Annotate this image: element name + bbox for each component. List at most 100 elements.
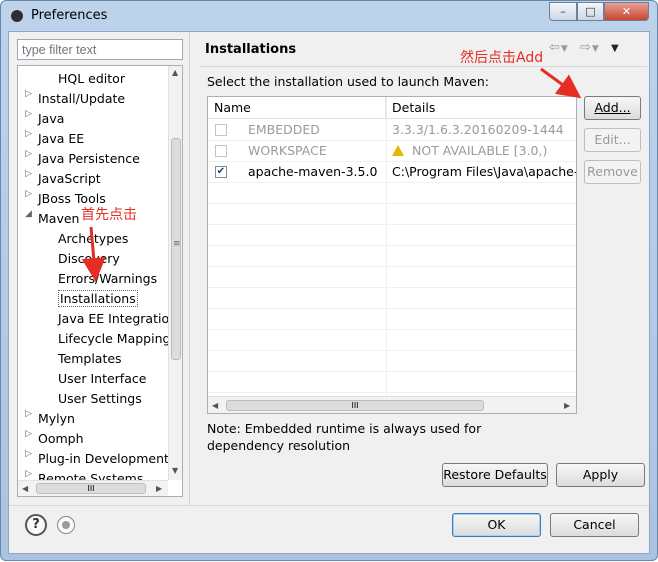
tree-twisty-icon[interactable]: ▷ [25, 469, 33, 479]
first-click-annotation: 首先点击 [81, 207, 137, 223]
title-separator [199, 66, 647, 67]
empty-table-row [208, 267, 576, 288]
tree-item[interactable]: Java [38, 109, 64, 129]
page-title: Installations [205, 42, 297, 57]
tree-item[interactable]: Discovery [58, 249, 120, 269]
add-button[interactable]: Add... [584, 96, 641, 120]
restore-defaults-button[interactable]: Restore Defaults [442, 463, 548, 487]
tree-horizontal-scrollbar[interactable]: ◀ III ▶ [18, 480, 168, 496]
table-row[interactable]: WORKSPACE NOT AVAILABLE [3.0,) [208, 141, 576, 162]
table-row[interactable]: EMBEDDED 3.3.3/1.6.3.20160209-1444 [208, 120, 576, 141]
tree-item[interactable]: Java EE [38, 129, 84, 149]
filter-input[interactable] [17, 39, 183, 60]
empty-table-row [208, 351, 576, 372]
ok-button[interactable]: OK [452, 513, 541, 537]
title-bar: Preferences – □ ✕ [1, 1, 657, 31]
then-click-add-annotation: 然后点击Add [460, 50, 544, 66]
tree-item[interactable]: User Interface [58, 369, 146, 389]
tree-item[interactable]: Maven [38, 209, 79, 229]
row-name: WORKSPACE [248, 143, 327, 158]
tree-item[interactable]: Errors/Warnings [58, 269, 157, 289]
tree-item[interactable]: Archetypes [58, 229, 128, 249]
cancel-button[interactable]: Cancel [550, 513, 639, 537]
forward-arrow-icon[interactable]: ⇨ [580, 40, 592, 55]
empty-table-row [208, 372, 576, 393]
scroll-grip: ≡ [173, 239, 181, 249]
tree-item[interactable]: JavaScript [38, 169, 101, 189]
row-checkbox[interactable] [215, 124, 227, 136]
empty-table-row [208, 288, 576, 309]
tree-item-label: User Interface [58, 371, 147, 386]
tree-item[interactable]: HQL editor [58, 69, 125, 89]
close-button[interactable]: ✕ [604, 2, 649, 21]
tree-item-label: Install/Update [38, 91, 126, 106]
footer-separator [9, 505, 649, 506]
tree-item-label: Plug-in Development [38, 451, 169, 466]
row-details-text: NOT AVAILABLE [3.0,) [412, 143, 548, 158]
tree-item[interactable]: Install/Update [38, 89, 125, 109]
view-menu-icon[interactable]: ▼ [611, 43, 620, 54]
record-icon[interactable] [57, 516, 75, 534]
row-details: C:\Program Files\Java\apache-maven [392, 162, 576, 182]
empty-table-row [208, 330, 576, 351]
tree-item[interactable]: Installations [58, 289, 138, 309]
empty-table-row [208, 183, 576, 204]
warning-icon [392, 145, 404, 156]
tree-item-label: Maven [38, 211, 80, 226]
tree-twisty-icon[interactable]: ▷ [25, 429, 33, 439]
tree-vertical-scrollbar[interactable]: ▲ ≡ ▼ [168, 66, 182, 480]
empty-table-row [208, 204, 576, 225]
tree-item-label: Installations [58, 290, 138, 307]
tree-item-label: HQL editor [58, 71, 125, 86]
row-checkbox[interactable] [215, 145, 227, 157]
tree-twisty-icon[interactable]: ◢ [25, 209, 33, 219]
empty-table-row [208, 309, 576, 330]
tree-twisty-icon[interactable]: ▷ [25, 169, 33, 179]
tree-twisty-icon[interactable]: ▷ [25, 109, 33, 119]
column-header-details[interactable]: Details [386, 97, 576, 119]
tree-item[interactable]: Java EE Integration [58, 309, 177, 329]
tree-item-label: Discovery [58, 251, 120, 266]
table-row[interactable]: ✔ apache-maven-3.5.0 C:\Program Files\Java… [208, 162, 576, 183]
empty-table-row [208, 246, 576, 267]
window-title: Preferences [31, 8, 108, 23]
apply-button[interactable]: Apply [556, 463, 645, 487]
table-horizontal-thumb[interactable]: III [226, 400, 484, 411]
row-checkbox[interactable]: ✔ [215, 166, 227, 178]
row-details: 3.3.3/1.6.3.20160209-1444 [392, 120, 564, 140]
tree-twisty-icon[interactable]: ▷ [25, 149, 33, 159]
preferences-window: Preferences – □ ✕ Remote SystemsPlug-in … [0, 0, 658, 561]
tree-twisty-icon[interactable]: ▷ [25, 129, 33, 139]
tree-item[interactable]: Oomph [38, 429, 84, 449]
row-details-text: 3.3.3/1.6.3.20160209-1444 [392, 122, 564, 137]
table-horizontal-scrollbar[interactable]: ◀ III ▶ [208, 396, 576, 413]
edit-button[interactable]: Edit... [584, 128, 641, 152]
tree-twisty-icon[interactable]: ▷ [25, 409, 33, 419]
tree-item[interactable]: Lifecycle Mappings [58, 329, 177, 349]
tree-item[interactable]: Mylyn [38, 409, 75, 429]
tree-horizontal-thumb[interactable]: III [36, 483, 146, 494]
tree-item[interactable]: Java Persistence [38, 149, 140, 169]
remove-button[interactable]: Remove [584, 160, 641, 184]
tree-item-label: Templates [58, 351, 122, 366]
tree-item[interactable]: Plug-in Development [38, 449, 169, 469]
tree-twisty-icon[interactable]: ▷ [25, 189, 33, 199]
installations-table: Name Details EMBEDDED 3.3.3/1.6.3.2016020… [207, 96, 577, 414]
minimize-button[interactable]: – [549, 2, 577, 21]
tree-item-label: Lifecycle Mappings [58, 331, 177, 346]
tree-item-label: Mylyn [38, 411, 75, 426]
back-arrow-icon[interactable]: ⇦ [549, 40, 561, 55]
column-header-name[interactable]: Name [208, 97, 386, 119]
panel-sash[interactable] [189, 32, 193, 505]
tree-item[interactable]: User Settings [58, 389, 142, 409]
tree-item-label: Java EE [38, 131, 85, 146]
maximize-button[interactable]: □ [577, 2, 604, 21]
tree-vertical-thumb[interactable]: ≡ [171, 138, 181, 360]
tree-item-label: Java [38, 111, 65, 126]
app-icon [9, 8, 25, 24]
help-icon[interactable]: ? [25, 514, 47, 536]
tree-item[interactable]: Templates [58, 349, 122, 369]
tree-twisty-icon[interactable]: ▷ [25, 449, 33, 459]
preferences-tree: Remote Systems Plug-in Development Oomph My… [17, 65, 183, 497]
tree-twisty-icon[interactable]: ▷ [25, 89, 33, 99]
